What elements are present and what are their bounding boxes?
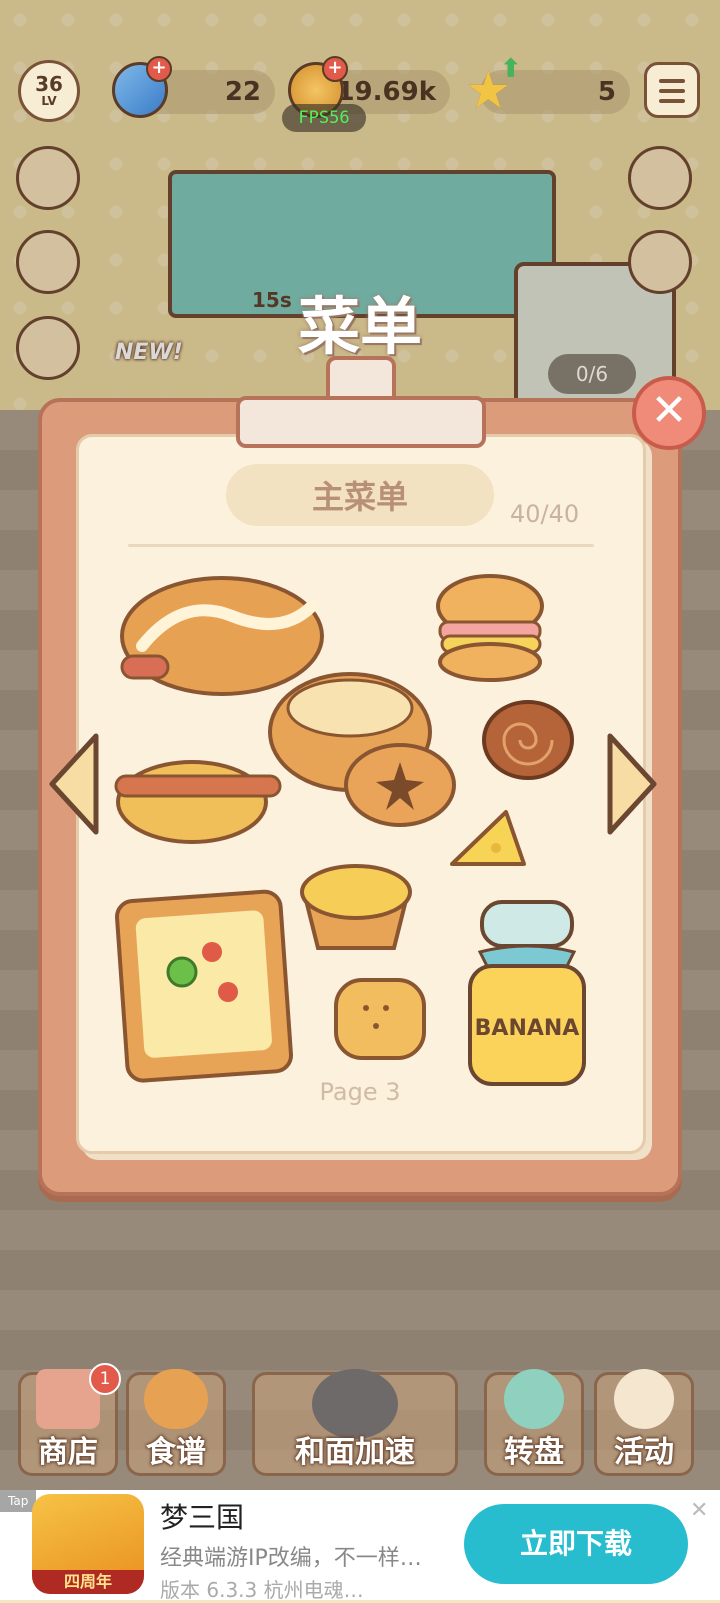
- ad-app-icon[interactable]: 四周年: [32, 1494, 144, 1594]
- menu-title: 菜单: [297, 290, 422, 363]
- ad-app-name: 梦三国: [160, 1501, 245, 1534]
- fps-counter: FPS56: [282, 104, 366, 132]
- prev-page-arrow-icon[interactable]: [46, 730, 102, 838]
- star-value: 5: [597, 77, 616, 107]
- jar-graphic: [468, 900, 586, 1086]
- gem-value: 22: [224, 77, 261, 107]
- add-coins-button[interactable]: +: [322, 56, 348, 82]
- divider: [128, 544, 594, 547]
- banana-jam-jar[interactable]: BANANA: [460, 896, 594, 1092]
- breakfast-sandwich[interactable]: [430, 570, 550, 686]
- level-number: 36: [35, 72, 63, 96]
- nav-dough-boost-label: 和面加速: [295, 1435, 415, 1470]
- pizza-toast[interactable]: [112, 882, 300, 1088]
- nav-shop-label: 商店: [38, 1435, 98, 1470]
- ad-description: 经典端游IP改编，不一样…: [160, 1546, 422, 1571]
- menu-list-button[interactable]: [644, 62, 700, 118]
- wheel-icon: [504, 1369, 564, 1429]
- nav-recipes[interactable]: 食谱: [126, 1369, 226, 1476]
- nav-dough-boost[interactable]: 和面加速: [252, 1369, 458, 1476]
- bottom-nav: 1 商店 食谱 和面加速 转盘 活动: [0, 1360, 720, 1490]
- menu-subtitle: 主菜单: [311, 478, 408, 516]
- nav-events-label: 活动: [614, 1435, 674, 1470]
- ad-banner[interactable]: Tap 四周年 梦三国 经典端游IP改编，不一样… 版本 6.3.3 杭州电魂……: [0, 1490, 720, 1602]
- shop-badge: 1: [89, 1363, 121, 1395]
- hot-dog-bun[interactable]: [110, 752, 286, 848]
- ad-version: 版本 6.3.3 杭州电魂…: [160, 1578, 364, 1602]
- add-gems-button[interactable]: +: [146, 56, 172, 82]
- next-page-arrow-icon[interactable]: [604, 730, 660, 838]
- ad-year-badge: 四周年: [32, 1570, 144, 1594]
- nav-wheel-label: 转盘: [504, 1435, 564, 1470]
- cinnamon-roll[interactable]: [480, 698, 576, 782]
- recipe-count: 40/40: [510, 500, 580, 528]
- jar-label: BANANA: [474, 1016, 580, 1041]
- ad-tag: Tap: [0, 1490, 37, 1512]
- level-badge[interactable]: 36 LV: [18, 60, 80, 122]
- close-button[interactable]: ✕: [632, 376, 706, 450]
- upgrade-arrow-icon[interactable]: ⬆: [500, 54, 522, 84]
- nav-shop[interactable]: 1 商店: [18, 1363, 121, 1476]
- ad-download-button[interactable]: 立即下载: [464, 1504, 688, 1584]
- nav-wheel[interactable]: 转盘: [484, 1369, 584, 1476]
- cheese-wedge[interactable]: [446, 804, 530, 876]
- dinner-roll[interactable]: [330, 974, 430, 1064]
- star-bun[interactable]: [342, 740, 458, 830]
- level-unit: LV: [41, 94, 57, 108]
- ad-close-icon[interactable]: ✕: [690, 1498, 708, 1523]
- egg-tart[interactable]: [294, 852, 418, 958]
- nav-recipes-label: 食谱: [146, 1435, 206, 1470]
- nav-events[interactable]: 活动: [594, 1369, 694, 1476]
- cat-icon: [614, 1369, 674, 1429]
- bread-icon: [144, 1369, 208, 1429]
- page-indicator: Page 3: [319, 1078, 401, 1106]
- clipboard-clip: [236, 356, 486, 448]
- coin-value: 19.69k: [336, 77, 436, 107]
